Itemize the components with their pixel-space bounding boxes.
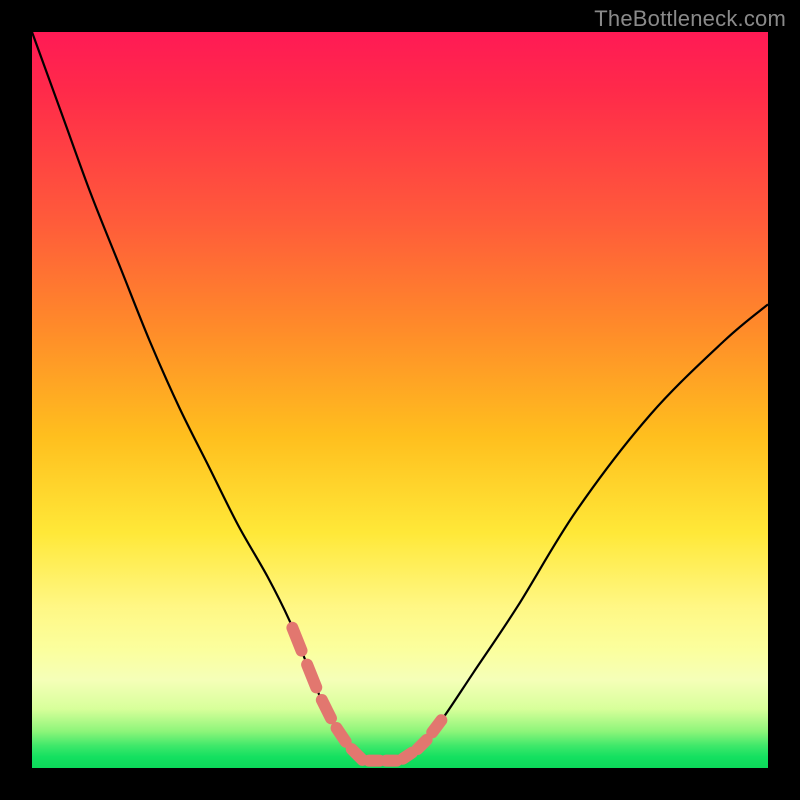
highlight-dash [403,753,412,759]
plot-area [32,32,768,768]
highlight-dashes [292,628,441,761]
highlight-dash [322,700,331,718]
highlight-dash [418,740,427,749]
highlight-dash [337,728,346,742]
highlight-dash [292,628,301,651]
highlight-dash [352,749,363,760]
bottleneck-curve-path [32,32,768,762]
curve-layer [32,32,768,768]
highlight-dash [432,720,441,732]
chart-frame: TheBottleneck.com [0,0,800,800]
watermark-text: TheBottleneck.com [594,6,786,32]
highlight-dash [307,665,316,688]
